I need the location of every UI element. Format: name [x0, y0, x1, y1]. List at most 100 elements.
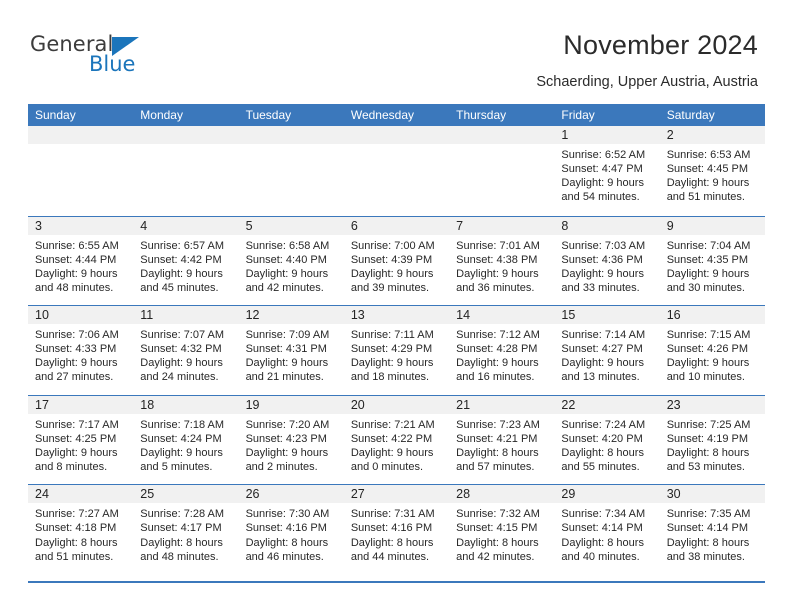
day-number-strip: 24: [28, 485, 134, 504]
calendar-day-cell[interactable]: 24 Sunrise: 7:27 AM Sunset: 4:18 PM Dayligh…: [28, 485, 134, 574]
calendar-day-cell[interactable]: 4 Sunrise: 6:57 AM Sunset: 4:42 PM Daylight…: [133, 216, 239, 306]
day-detail-line: Daylight: 9 hours: [666, 267, 750, 280]
day-number-strip: [238, 126, 344, 144]
calendar-day-cell[interactable]: 2 Sunrise: 6:53 AM Sunset: 4:45 PM Daylight…: [659, 126, 765, 216]
day-detail-line: and 42 minutes.: [245, 281, 324, 294]
day-number-strip: 13: [343, 306, 450, 325]
calendar-day-cell[interactable]: 5 Sunrise: 6:58 AM Sunset: 4:40 PM Daylight…: [238, 216, 344, 306]
day-detail-line: and 33 minutes.: [561, 281, 640, 294]
calendar-day-cell[interactable]: 12 Sunrise: 7:09 AM Sunset: 4:31 PM Dayligh…: [238, 306, 344, 395]
day-detail-line: and 5 minutes.: [140, 461, 213, 474]
calendar-week-row: 17 Sunrise: 7:17 AM Sunset: 4:25 PM Dayligh…: [28, 394, 765, 485]
day-detail-line: Sunrise: 7:20 AM: [245, 418, 330, 431]
day-detail-line: Sunrise: 7:00 AM: [350, 239, 435, 252]
calendar-day-cell[interactable]: 6 Sunrise: 7:00 AM Sunset: 4:39 PM Daylight…: [343, 216, 450, 306]
calendar-day-cell[interactable]: 26 Sunrise: 7:30 AM Sunset: 4:16 PM Dayligh…: [238, 485, 344, 574]
day-detail-line: Daylight: 9 hours: [245, 446, 329, 459]
day-details: [28, 144, 133, 148]
calendar-day-cell[interactable]: 15 Sunrise: 7:14 AM Sunset: 4:27 PM Dayligh…: [554, 306, 660, 395]
day-detail-line: Daylight: 8 hours: [456, 446, 539, 459]
calendar-day-cell[interactable]: 29 Sunrise: 7:34 AM Sunset: 4:14 PM Dayligh…: [554, 485, 660, 574]
day-detail-line: Daylight: 9 hours: [666, 357, 750, 370]
day-details: Sunrise: 7:11 AM Sunset: 4:29 PM Daylight:…: [344, 324, 449, 384]
calendar-day-cell[interactable]: 22 Sunrise: 7:24 AM Sunset: 4:20 PM Dayligh…: [554, 395, 660, 485]
day-number-strip: [28, 126, 134, 144]
calendar-day-cell[interactable]: 14 Sunrise: 7:12 AM Sunset: 4:28 PM Dayligh…: [449, 306, 555, 395]
day-detail-line: Sunrise: 7:21 AM: [350, 418, 435, 431]
calendar-day-cell[interactable]: 23 Sunrise: 7:25 AM Sunset: 4:19 PM Dayligh…: [659, 395, 765, 485]
calendar-day-cell[interactable]: 11 Sunrise: 7:07 AM Sunset: 4:32 PM Dayligh…: [133, 306, 239, 395]
day-number-strip: 28: [449, 485, 555, 504]
day-detail-line: Daylight: 9 hours: [35, 446, 118, 459]
day-number-strip: 10: [28, 306, 134, 325]
day-detail-line: and 42 minutes.: [456, 550, 535, 563]
day-details: Sunrise: 7:35 AM Sunset: 4:14 PM Daylight:…: [660, 503, 765, 563]
day-number: 17: [35, 397, 49, 412]
calendar-grid: Sunday Monday Tuesday Wednesday Thursday Frid…: [28, 104, 765, 574]
calendar-day-cell[interactable]: 1 Sunrise: 6:52 AM Sunset: 4:47 PM Daylight…: [554, 126, 660, 216]
day-number-strip: [343, 126, 450, 144]
day-detail-line: Sunset: 4:38 PM: [456, 253, 538, 266]
day-details: Sunrise: 6:58 AM Sunset: 4:40 PM Daylight:…: [239, 235, 344, 295]
day-detail-line: Sunset: 4:19 PM: [666, 432, 749, 445]
calendar-day-cell[interactable]: 30 Sunrise: 7:35 AM Sunset: 4:14 PM Dayligh…: [659, 485, 765, 574]
day-details: Sunrise: 7:14 AM Sunset: 4:27 PM Daylight:…: [554, 324, 659, 384]
day-detail-line: and 45 minutes.: [140, 281, 219, 294]
day-detail-line: Sunrise: 7:14 AM: [561, 329, 646, 342]
calendar-week-row: 3 Sunrise: 6:55 AM Sunset: 4:44 PM Daylight…: [28, 215, 765, 306]
day-detail-line: Daylight: 8 hours: [666, 446, 750, 459]
day-detail-line: Sunset: 4:33 PM: [35, 343, 117, 356]
calendar-day-cell[interactable]: 13 Sunrise: 7:11 AM Sunset: 4:29 PM Dayligh…: [343, 306, 450, 395]
day-number-strip: 25: [133, 485, 239, 504]
calendar-day-cell[interactable]: 7 Sunrise: 7:01 AM Sunset: 4:38 PM Daylight…: [449, 216, 555, 306]
general-blue-logo[interactable]: General Blue: [30, 34, 210, 84]
calendar-day-cell[interactable]: 16 Sunrise: 7:15 AM Sunset: 4:26 PM Dayligh…: [659, 306, 765, 395]
day-number: 14: [456, 308, 471, 323]
day-detail-line: Daylight: 9 hours: [35, 267, 118, 280]
calendar-day-cell[interactable]: 20 Sunrise: 7:21 AM Sunset: 4:22 PM Dayligh…: [343, 395, 450, 485]
day-detail-line: Daylight: 9 hours: [140, 446, 223, 459]
day-detail-line: Sunset: 4:14 PM: [666, 522, 749, 535]
calendar-day-cell[interactable]: 17 Sunrise: 7:17 AM Sunset: 4:25 PM Dayligh…: [28, 395, 134, 485]
weekday-header-sunday: Sunday: [35, 108, 76, 122]
day-detail-line: Sunset: 4:42 PM: [140, 253, 222, 266]
day-details: Sunrise: 6:57 AM Sunset: 4:42 PM Daylight:…: [133, 235, 238, 295]
day-detail-line: Sunset: 4:25 PM: [35, 432, 117, 445]
day-number: 13: [350, 308, 365, 323]
day-detail-line: Sunset: 4:47 PM: [561, 163, 643, 176]
calendar-day-cell[interactable]: 25 Sunrise: 7:28 AM Sunset: 4:17 PM Dayligh…: [133, 485, 239, 574]
calendar-day-cell[interactable]: 9 Sunrise: 7:04 AM Sunset: 4:35 PM Daylight…: [659, 216, 765, 306]
day-detail-line: Daylight: 8 hours: [561, 536, 644, 549]
calendar-day-cell[interactable]: 28 Sunrise: 7:32 AM Sunset: 4:15 PM Dayligh…: [449, 485, 555, 574]
calendar-day-cell[interactable]: 19 Sunrise: 7:20 AM Sunset: 4:23 PM Dayligh…: [238, 395, 344, 485]
day-detail-line: and 40 minutes.: [561, 550, 640, 563]
day-number-strip: 11: [133, 306, 239, 325]
day-detail-line: Daylight: 9 hours: [561, 357, 644, 370]
day-detail-line: Sunset: 4:27 PM: [561, 343, 643, 356]
day-detail-line: Sunset: 4:20 PM: [561, 432, 643, 445]
day-detail-line: Sunrise: 7:03 AM: [561, 239, 646, 252]
day-number-strip: 7: [449, 216, 555, 235]
calendar-day-cell[interactable]: 8 Sunrise: 7:03 AM Sunset: 4:36 PM Daylight…: [554, 216, 660, 306]
calendar-day-cell[interactable]: 10 Sunrise: 7:06 AM Sunset: 4:33 PM Dayligh…: [28, 306, 134, 395]
day-detail-line: Sunset: 4:17 PM: [140, 522, 222, 535]
calendar-day-cell[interactable]: 21 Sunrise: 7:23 AM Sunset: 4:21 PM Dayligh…: [449, 395, 555, 485]
day-detail-line: Daylight: 9 hours: [140, 267, 223, 280]
day-number: 28: [456, 487, 471, 502]
day-details: Sunrise: 7:17 AM Sunset: 4:25 PM Daylight:…: [28, 414, 133, 474]
day-detail-line: Daylight: 8 hours: [35, 536, 118, 549]
day-number: 16: [666, 308, 681, 323]
day-detail-line: Sunrise: 7:11 AM: [350, 329, 434, 342]
day-detail-line: Sunset: 4:39 PM: [350, 253, 433, 266]
day-number-strip: 3: [28, 216, 134, 235]
calendar-day-cell[interactable]: 18 Sunrise: 7:18 AM Sunset: 4:24 PM Dayligh…: [133, 395, 239, 485]
day-detail-line: and 8 minutes.: [35, 461, 108, 474]
calendar-day-cell[interactable]: 27 Sunrise: 7:31 AM Sunset: 4:16 PM Dayligh…: [343, 485, 450, 574]
day-detail-line: Sunset: 4:35 PM: [666, 253, 749, 266]
day-detail-line: and 48 minutes.: [140, 550, 219, 563]
day-detail-line: Sunrise: 7:04 AM: [666, 239, 751, 252]
day-detail-line: and 38 minutes.: [666, 550, 745, 563]
calendar-day-cell[interactable]: 3 Sunrise: 6:55 AM Sunset: 4:44 PM Daylight…: [28, 216, 134, 306]
weekday-header-wednesday: Wednesday: [350, 108, 414, 122]
day-number: 18: [140, 397, 155, 412]
